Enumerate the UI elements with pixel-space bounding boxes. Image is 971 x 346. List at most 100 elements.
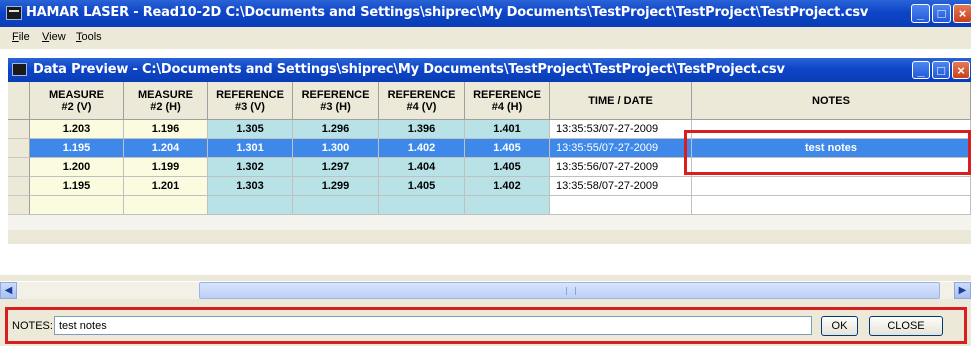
cell-notes[interactable] <box>692 177 971 196</box>
menu-view-rest: iew <box>49 31 66 43</box>
minimize-icon: _ <box>917 63 925 78</box>
cell-reference-4h[interactable]: 1.401 <box>465 120 550 139</box>
minimize-button[interactable]: _ <box>911 4 930 23</box>
cell-reference-3v[interactable] <box>208 196 293 215</box>
column-header-line1: REFERENCE <box>216 88 284 101</box>
cell-reference-4h[interactable]: 1.405 <box>465 158 550 177</box>
cell-reference-3h[interactable]: 1.300 <box>293 139 379 158</box>
cell-time-date[interactable]: 13:35:53/07-27-2009 <box>550 120 692 139</box>
menu-file-rest: ile <box>18 31 30 43</box>
column-header-notes[interactable]: NOTES <box>692 82 971 120</box>
row-selector[interactable] <box>8 177 30 196</box>
cell-notes[interactable] <box>692 196 971 215</box>
column-header-line2: #3 (H) <box>320 100 351 113</box>
column-header-reference-4h[interactable]: REFERENCE #4 (H) <box>465 82 550 120</box>
cell-measure-2v[interactable]: 1.203 <box>30 120 124 139</box>
close-notes-button[interactable]: CLOSE <box>869 316 943 336</box>
column-header-label: NOTES <box>812 95 850 107</box>
cell-reference-4v[interactable]: 1.405 <box>379 177 465 196</box>
cell-reference-4h[interactable]: 1.405 <box>465 139 550 158</box>
column-header-line2: #4 (H) <box>491 100 523 113</box>
column-header-label: TIME / DATE <box>588 95 653 107</box>
arrow-right-icon: ▶ <box>958 285 967 296</box>
column-header-line1: REFERENCE <box>301 88 370 101</box>
column-header-reference-3v[interactable]: REFERENCE #3 (V) <box>208 82 293 120</box>
cell-reference-4h[interactable] <box>465 196 550 215</box>
cell-reference-3v[interactable]: 1.301 <box>208 139 293 158</box>
cell-measure-2v[interactable]: 1.200 <box>30 158 124 177</box>
scroll-thumb[interactable] <box>199 282 940 299</box>
cell-measure-2v[interactable]: 1.195 <box>30 177 124 196</box>
column-header-label: REFERENCE #3 (V) <box>216 89 284 113</box>
cell-time-date[interactable]: 13:35:58/07-27-2009 <box>550 177 692 196</box>
data-grid[interactable]: MEASURE #2 (V) MEASURE #2 (H) REFERENCE #3 (V… <box>8 82 971 230</box>
cell-reference-3v[interactable]: 1.305 <box>208 120 293 139</box>
cell-reference-4v[interactable]: 1.396 <box>379 120 465 139</box>
column-header-line2: #3 (V) <box>235 100 265 113</box>
row-selector[interactable] <box>8 158 30 177</box>
close-button[interactable]: × <box>953 4 971 23</box>
cell-notes[interactable]: test notes <box>692 139 971 158</box>
data-preview-icon <box>12 63 27 76</box>
cell-time-date[interactable]: 13:35:55/07-27-2009 <box>550 139 692 158</box>
cell-reference-4v[interactable] <box>379 196 465 215</box>
scroll-right-button[interactable]: ▶ <box>954 282 971 299</box>
child-maximize-button[interactable]: □ <box>932 61 950 79</box>
menu-file[interactable]: File <box>12 31 30 43</box>
cell-notes[interactable] <box>692 120 971 139</box>
cell-reference-4h[interactable]: 1.402 <box>465 177 550 196</box>
column-header-measure-2h[interactable]: MEASURE #2 (H) <box>124 82 208 120</box>
horizontal-scrollbar[interactable]: ◀ ▶ <box>0 281 971 299</box>
grip-icon <box>565 287 576 295</box>
cell-reference-4v[interactable]: 1.404 <box>379 158 465 177</box>
row-selector[interactable] <box>8 120 30 139</box>
cell-measure-2h[interactable]: 1.201 <box>124 177 208 196</box>
cell-reference-3h[interactable] <box>293 196 379 215</box>
menu-tools-rest: ools <box>81 31 102 43</box>
cell-measure-2h[interactable]: 1.196 <box>124 120 208 139</box>
notes-input[interactable] <box>54 316 812 335</box>
row-selector[interactable] <box>8 196 30 215</box>
column-header-label: REFERENCE #4 (V) <box>388 89 456 113</box>
column-header-line1: NOTES <box>812 94 850 107</box>
cell-measure-2h[interactable]: 1.199 <box>124 158 208 177</box>
column-header-line1: TIME / DATE <box>588 94 653 107</box>
column-header-reference-3h[interactable]: REFERENCE #3 (H) <box>293 82 379 120</box>
maximize-icon: □ <box>937 63 945 78</box>
child-minimize-button[interactable]: _ <box>912 61 930 79</box>
cell-time-date[interactable] <box>550 196 692 215</box>
ok-button[interactable]: OK <box>821 316 858 336</box>
arrow-left-icon: ◀ <box>4 285 13 296</box>
grid-corner <box>8 82 30 120</box>
cell-measure-2h[interactable] <box>124 196 208 215</box>
data-preview-title-bar[interactable]: Data Preview - C:\Documents and Settings… <box>8 58 971 82</box>
cell-reference-3h[interactable]: 1.296 <box>293 120 379 139</box>
cell-reference-3h[interactable]: 1.297 <box>293 158 379 177</box>
cell-reference-3v[interactable]: 1.302 <box>208 158 293 177</box>
column-header-label: MEASURE #2 (V) <box>49 89 104 113</box>
cell-measure-2v[interactable] <box>30 196 124 215</box>
menu-view[interactable]: View <box>42 31 66 43</box>
notes-panel: ◀ ▶ NOTES: OK CLOSE <box>0 275 971 346</box>
menu-tools[interactable]: Tools <box>76 31 102 43</box>
cell-notes[interactable] <box>692 158 971 177</box>
column-header-label: REFERENCE #4 (H) <box>473 89 541 113</box>
column-header-measure-2v[interactable]: MEASURE #2 (V) <box>30 82 124 120</box>
app-icon <box>6 6 22 20</box>
cell-reference-4v[interactable]: 1.402 <box>379 139 465 158</box>
notes-label: NOTES: <box>12 320 53 332</box>
column-header-line2: #2 (H) <box>150 100 181 113</box>
row-selector[interactable] <box>8 139 30 158</box>
main-title-bar[interactable]: HAMAR LASER - Read10-2D C:\Documents and… <box>0 0 971 27</box>
cell-time-date[interactable]: 13:35:56/07-27-2009 <box>550 158 692 177</box>
cell-reference-3v[interactable]: 1.303 <box>208 177 293 196</box>
column-header-time-date[interactable]: TIME / DATE <box>550 82 692 120</box>
cell-measure-2h[interactable]: 1.204 <box>124 139 208 158</box>
column-header-reference-4v[interactable]: REFERENCE #4 (V) <box>379 82 465 120</box>
cell-measure-2v[interactable]: 1.195 <box>30 139 124 158</box>
scroll-left-button[interactable]: ◀ <box>0 282 17 299</box>
child-close-button[interactable]: × <box>952 61 970 79</box>
maximize-button[interactable]: □ <box>932 4 951 23</box>
cell-reference-3h[interactable]: 1.299 <box>293 177 379 196</box>
close-icon: × <box>957 63 965 78</box>
